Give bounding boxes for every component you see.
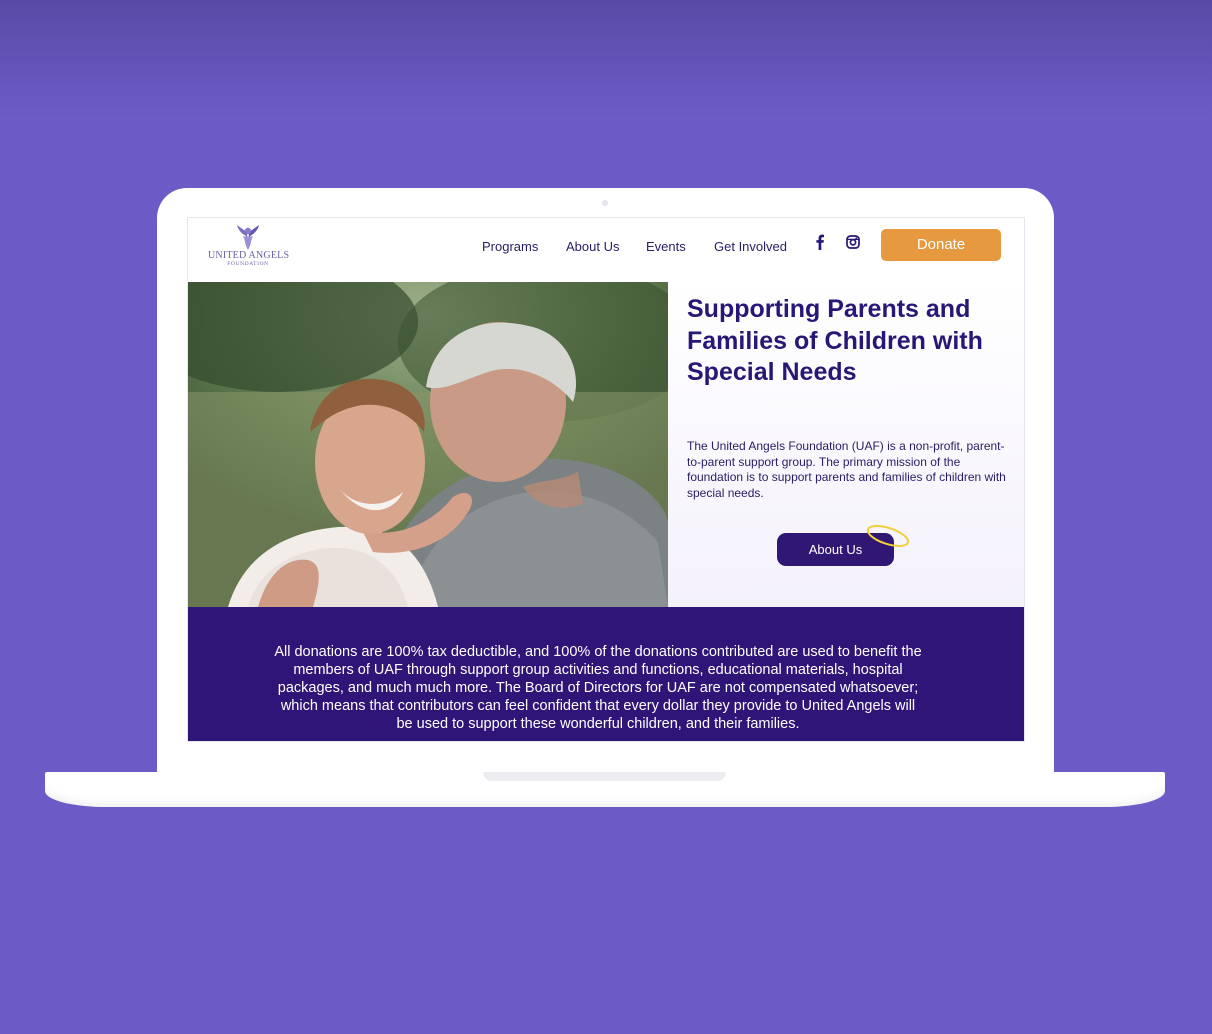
logo-subtitle: FOUNDATION xyxy=(227,261,269,267)
hero-content: Supporting Parents and Families of Child… xyxy=(668,282,1024,607)
nav-get-involved[interactable]: Get Involved xyxy=(714,237,787,257)
angel-logo-icon xyxy=(237,225,259,250)
laptop-screen: UNITED ANGELS FOUNDATION Programs About … xyxy=(187,217,1025,742)
hero-title: Supporting Parents and Families of Child… xyxy=(687,295,983,386)
laptop-base-notch xyxy=(483,772,726,781)
donation-text: All donations are 100% tax deductible, a… xyxy=(274,644,922,732)
donate-button[interactable]: Donate xyxy=(881,229,1001,261)
nav-programs[interactable]: Programs xyxy=(482,237,538,257)
hero-description: The United Angels Foundation (UAF) is a … xyxy=(687,439,1006,501)
background-gradient xyxy=(0,0,1212,120)
site-header: UNITED ANGELS FOUNDATION Programs About … xyxy=(188,218,1024,282)
hero-photo xyxy=(188,282,668,607)
logo[interactable]: UNITED ANGELS FOUNDATION xyxy=(208,224,290,272)
hero-photo-illustration xyxy=(188,282,668,607)
facebook-icon[interactable] xyxy=(812,234,828,250)
instagram-icon[interactable] xyxy=(845,234,861,250)
logo-name: UNITED ANGELS xyxy=(208,250,290,261)
laptop-camera xyxy=(602,200,608,206)
donation-section: All donations are 100% tax deductible, a… xyxy=(188,607,1024,741)
nav-about-us[interactable]: About Us xyxy=(566,237,619,257)
nav-events[interactable]: Events xyxy=(646,237,686,257)
about-us-button[interactable]: About Us xyxy=(777,533,894,566)
